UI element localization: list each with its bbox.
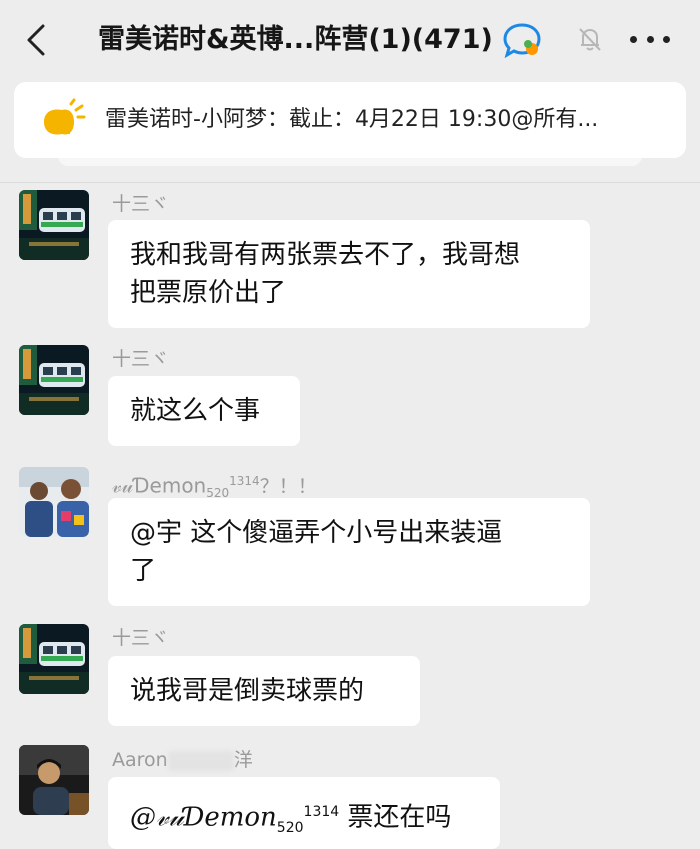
mention[interactable]: @𝓋𝓊Ɗemon xyxy=(130,803,277,833)
sender-name: Aaron 洋 xyxy=(112,748,253,772)
sender-handle-suffix: 洋 xyxy=(233,749,253,771)
avatar-image xyxy=(19,345,89,415)
sender-name: 十三ヾ xyxy=(112,627,170,649)
pinned-notice[interactable]: 雷美诺时-小阿梦：截止：4月22日 19:30@所有... xyxy=(14,82,686,158)
avatar[interactable] xyxy=(19,190,89,260)
message-bubble[interactable]: 就这么个事 xyxy=(108,376,300,446)
avatar-image xyxy=(19,745,89,815)
message-bubble[interactable]: @𝓋𝓊Ɗemon5201314 票还在吗 xyxy=(108,777,500,849)
message-line: @宇 这个傻逼弄个小号出来装逼 xyxy=(130,518,503,548)
chevron-left-icon xyxy=(27,24,45,56)
avatar-image xyxy=(19,190,89,260)
mute-bell-icon xyxy=(579,28,601,51)
dot-icon xyxy=(646,35,654,43)
title-bar: 雷美诺时&英博...阵营(1)(471) xyxy=(0,0,700,80)
avatar[interactable] xyxy=(19,345,89,415)
back-button[interactable] xyxy=(20,22,52,58)
sender-handle-suffix: ？！！ xyxy=(259,475,317,498)
message-line: 说我哥是倒卖球票的 xyxy=(130,676,365,706)
redacted-blur xyxy=(167,750,234,771)
chat-title: 雷美诺时&英博...阵营(1)(471) xyxy=(98,24,493,55)
message-text: 票还在吗 xyxy=(339,802,452,833)
message-bubble[interactable]: @宇 这个傻逼弄个小号出来装逼 了 xyxy=(108,498,590,606)
dot-icon xyxy=(663,35,670,43)
sender-handle: 𝓋𝓊Ɗemon xyxy=(112,473,207,498)
announcement-icon xyxy=(44,98,86,135)
sender-name: 十三ヾ xyxy=(112,193,170,215)
sender-handle: Aaron xyxy=(112,749,168,771)
notice-text: 雷美诺时-小阿梦：截止：4月22日 19:30@所有... xyxy=(105,107,599,132)
avatar[interactable] xyxy=(19,467,89,537)
message-line: 把票原价出了 xyxy=(130,278,287,308)
mention-sub: 520 xyxy=(276,819,304,836)
tencent-meeting-icon[interactable] xyxy=(502,22,542,58)
sender-handle-sup: 1314 xyxy=(229,474,260,488)
avatar[interactable] xyxy=(19,745,89,815)
mention-sup: 1314 xyxy=(303,804,340,820)
message-bubble[interactable]: 说我哥是倒卖球票的 xyxy=(108,656,420,726)
divider xyxy=(0,182,700,183)
more-options-button[interactable] xyxy=(630,24,670,54)
avatar-image xyxy=(19,624,89,694)
avatar-image xyxy=(19,467,89,537)
avatar[interactable] xyxy=(19,624,89,694)
message-bubble[interactable]: 我和我哥有两张票去不了，我哥想 把票原价出了 xyxy=(108,220,590,328)
message-line: 了 xyxy=(130,556,157,586)
sender-name: 十三ヾ xyxy=(112,348,170,370)
message-line: 就这么个事 xyxy=(130,396,261,426)
dot-icon xyxy=(630,35,637,43)
message-line: 我和我哥有两张票去不了，我哥想 xyxy=(130,240,521,270)
